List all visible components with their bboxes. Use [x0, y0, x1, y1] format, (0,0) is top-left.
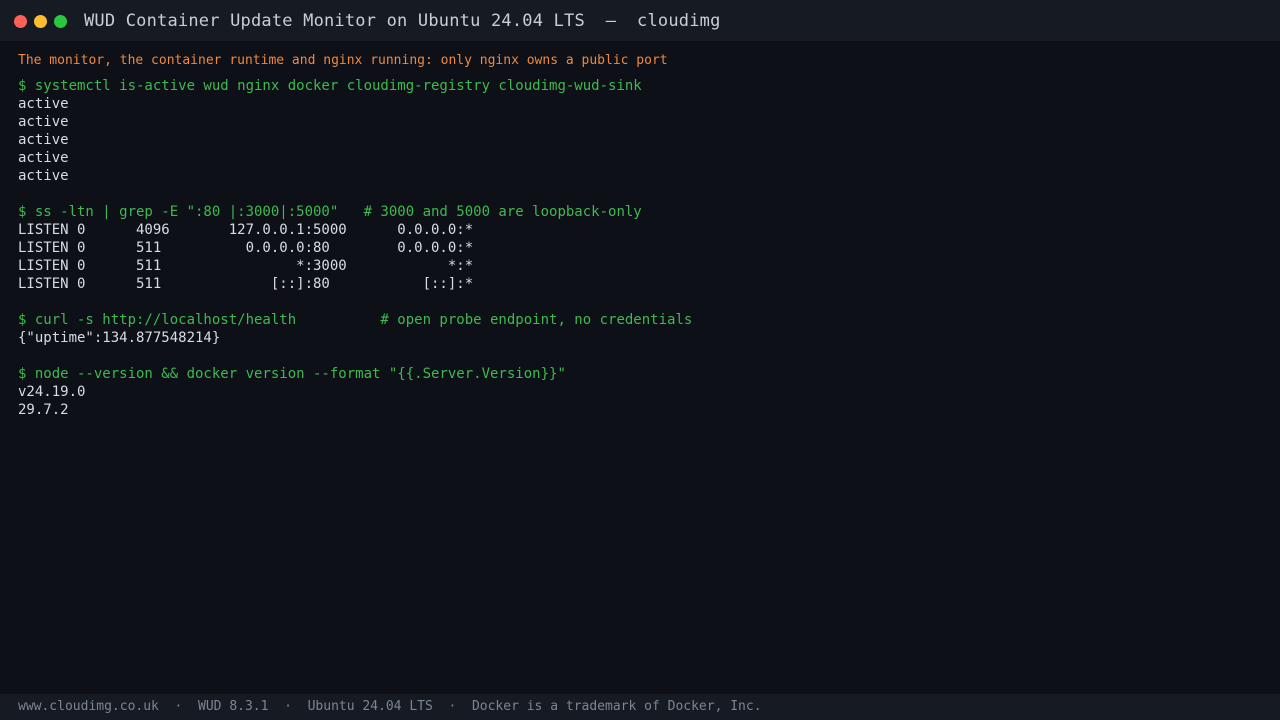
terminal-window: WUD Container Update Monitor on Ubuntu 2…	[0, 0, 1280, 720]
footer-bar: www.cloudimg.co.uk · WUD 8.3.1 · Ubuntu …	[0, 694, 1280, 720]
terminal-output[interactable]: The monitor, the container runtime and n…	[18, 52, 1262, 419]
output-line: LISTEN 0 511 *:3000 *:*	[18, 258, 474, 274]
output-line: active	[18, 96, 69, 112]
maximize-icon[interactable]	[54, 15, 67, 28]
command-line: $ ss -ltn | grep -E ":80 |:3000|:5000" #…	[18, 204, 642, 220]
output-line: active	[18, 132, 69, 148]
command-line: $ systemctl is-active wud nginx docker c…	[18, 78, 642, 94]
terminal-note: The monitor, the container runtime and n…	[18, 53, 668, 68]
output-line: LISTEN 0 4096 127.0.0.1:5000 0.0.0.0:*	[18, 222, 474, 238]
command-blocks: $ systemctl is-active wud nginx docker c…	[18, 77, 1262, 419]
output-line: LISTEN 0 511 0.0.0.0:80 0.0.0.0:*	[18, 240, 474, 256]
output-line: {"uptime":134.877548214}	[18, 330, 221, 346]
minimize-icon[interactable]	[34, 15, 47, 28]
output-line: v24.19.0	[18, 384, 86, 400]
output-line: active	[18, 150, 69, 166]
output-line: active	[18, 168, 69, 184]
output-line: LISTEN 0 511 [::]:80 [::]:*	[18, 276, 474, 292]
command-line: $ curl -s http://localhost/health # open…	[18, 312, 693, 328]
window-title: WUD Container Update Monitor on Ubuntu 2…	[84, 11, 721, 31]
output-line: active	[18, 114, 69, 130]
footer-text: www.cloudimg.co.uk · WUD 8.3.1 · Ubuntu …	[18, 699, 762, 714]
command-line: $ node --version && docker version --for…	[18, 366, 566, 382]
title-bar: WUD Container Update Monitor on Ubuntu 2…	[0, 0, 1280, 41]
close-icon[interactable]	[14, 15, 27, 28]
output-line: 29.7.2	[18, 402, 69, 418]
